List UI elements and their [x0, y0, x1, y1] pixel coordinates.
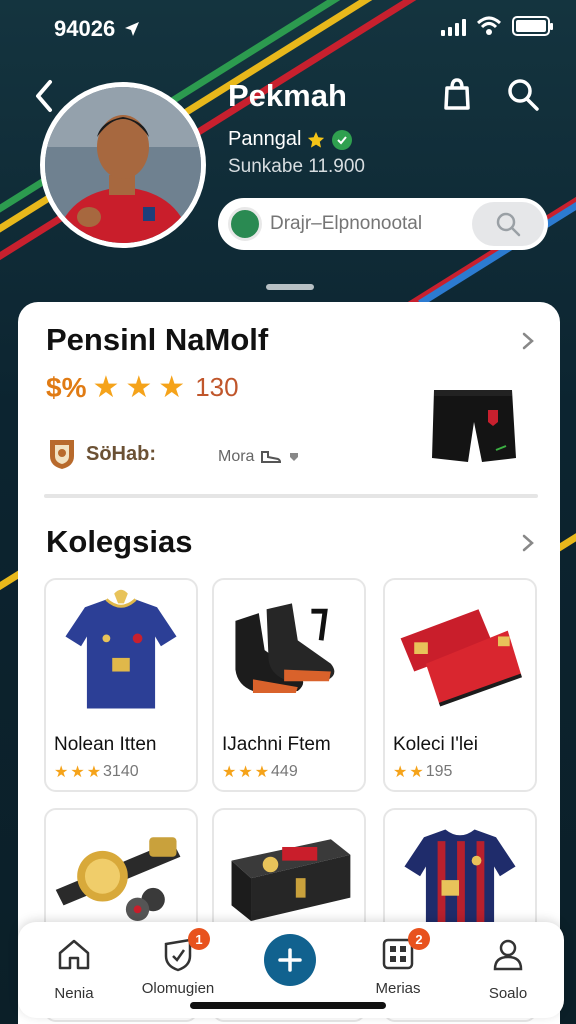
- sheet-handle[interactable]: [266, 284, 314, 290]
- item-rating: 195: [425, 763, 453, 780]
- star-icon: ★: [393, 764, 408, 781]
- add-button[interactable]: [264, 934, 316, 986]
- shorts-image[interactable]: [428, 384, 518, 470]
- user-icon: [493, 939, 523, 971]
- crest-icon: [50, 440, 74, 469]
- boots-image: [235, 603, 335, 693]
- content-sheet: Pensinl NaMolf $% ★ ★ ★ 130 SöHab: Mora …: [18, 302, 560, 1024]
- featured-title: Pensinl NaMolf: [46, 322, 269, 357]
- tag-icon: [290, 453, 299, 461]
- search-icon[interactable]: [506, 76, 540, 112]
- nav-label: Nenia: [54, 985, 94, 1002]
- profile-name: Pekmah: [228, 78, 347, 113]
- signal-icon: [441, 16, 466, 36]
- profile-subtitle: Panngal: [228, 128, 353, 151]
- home-icon: [58, 939, 90, 970]
- item-rating: 449: [271, 763, 298, 780]
- rating-count: 130: [195, 372, 239, 402]
- wifi-icon: [476, 16, 502, 35]
- star-icon: ★: [86, 764, 102, 781]
- nav-label: Soalo: [488, 985, 528, 1002]
- featured-rating: $% ★ ★ ★ 130: [46, 370, 239, 405]
- search-input[interactable]: [270, 213, 460, 235]
- club-logo-icon: [228, 207, 262, 241]
- avatar[interactable]: [40, 82, 206, 248]
- status-time: 94026: [54, 16, 116, 41]
- nav-item-olomugien[interactable]: 1 Olomugien: [128, 928, 228, 997]
- nav-label: Merias: [375, 980, 421, 997]
- star-icon: ★: [125, 371, 153, 404]
- star-icon: ★: [222, 764, 237, 781]
- star-icon: [308, 131, 325, 148]
- collection-item[interactable]: IJachni Ftem ★ ★ ★ 449: [212, 578, 366, 792]
- collection-item[interactable]: Koleci I'lei ★ ★ 195: [383, 578, 537, 792]
- star-icon: ★: [238, 764, 253, 781]
- chevron-right-icon[interactable]: [520, 532, 536, 554]
- nav-item-home[interactable]: Nenia: [24, 936, 124, 1002]
- item-rating: 3140: [103, 763, 139, 780]
- collections-title: Kolegsias: [46, 524, 193, 559]
- badge-label: SöHab:: [86, 442, 156, 465]
- collection-item[interactable]: Nolean Itten ★ ★ ★ 3140: [44, 578, 198, 792]
- plus-icon: [278, 948, 302, 972]
- player-photo: [45, 87, 201, 243]
- back-arrow-icon[interactable]: [30, 76, 62, 116]
- item-name: IJachni Ftem: [222, 734, 331, 755]
- chevron-right-icon[interactable]: [520, 330, 536, 352]
- status-bar: 94026: [0, 12, 576, 44]
- star-icon: ★: [158, 371, 186, 404]
- shin-guards-image: [400, 609, 523, 707]
- star-icon: ★: [92, 371, 120, 404]
- battery-icon: [512, 16, 553, 36]
- jersey-image: [65, 589, 177, 709]
- nav-item-merias[interactable]: 2 Merias: [348, 928, 448, 997]
- more-link[interactable]: Mora: [218, 448, 300, 466]
- bag-icon[interactable]: [440, 76, 474, 112]
- notification-badge: 2: [408, 928, 430, 950]
- star-icon: ★: [54, 764, 69, 781]
- search-icon: [496, 212, 521, 237]
- item-name: Koleci I'lei: [393, 734, 478, 755]
- nav-item-profile[interactable]: Soalo: [458, 936, 558, 1002]
- featured-price: $%: [46, 371, 87, 403]
- home-indicator[interactable]: [190, 1002, 386, 1009]
- star-icon: ★: [254, 764, 270, 781]
- star-icon: ★: [409, 764, 424, 781]
- item-name: Nolean Itten: [54, 734, 157, 755]
- search-bar: [218, 198, 548, 250]
- boot-icon: [261, 451, 282, 463]
- nav-label: Olomugien: [141, 980, 215, 997]
- club-badge-icon: [332, 129, 353, 150]
- notification-badge: 1: [188, 928, 210, 950]
- location-arrow-icon: [125, 22, 140, 36]
- profile-meta: Sunkabe 11.900: [228, 156, 365, 177]
- star-icon: ★: [70, 764, 85, 781]
- search-button[interactable]: [472, 202, 544, 246]
- divider: [44, 494, 538, 498]
